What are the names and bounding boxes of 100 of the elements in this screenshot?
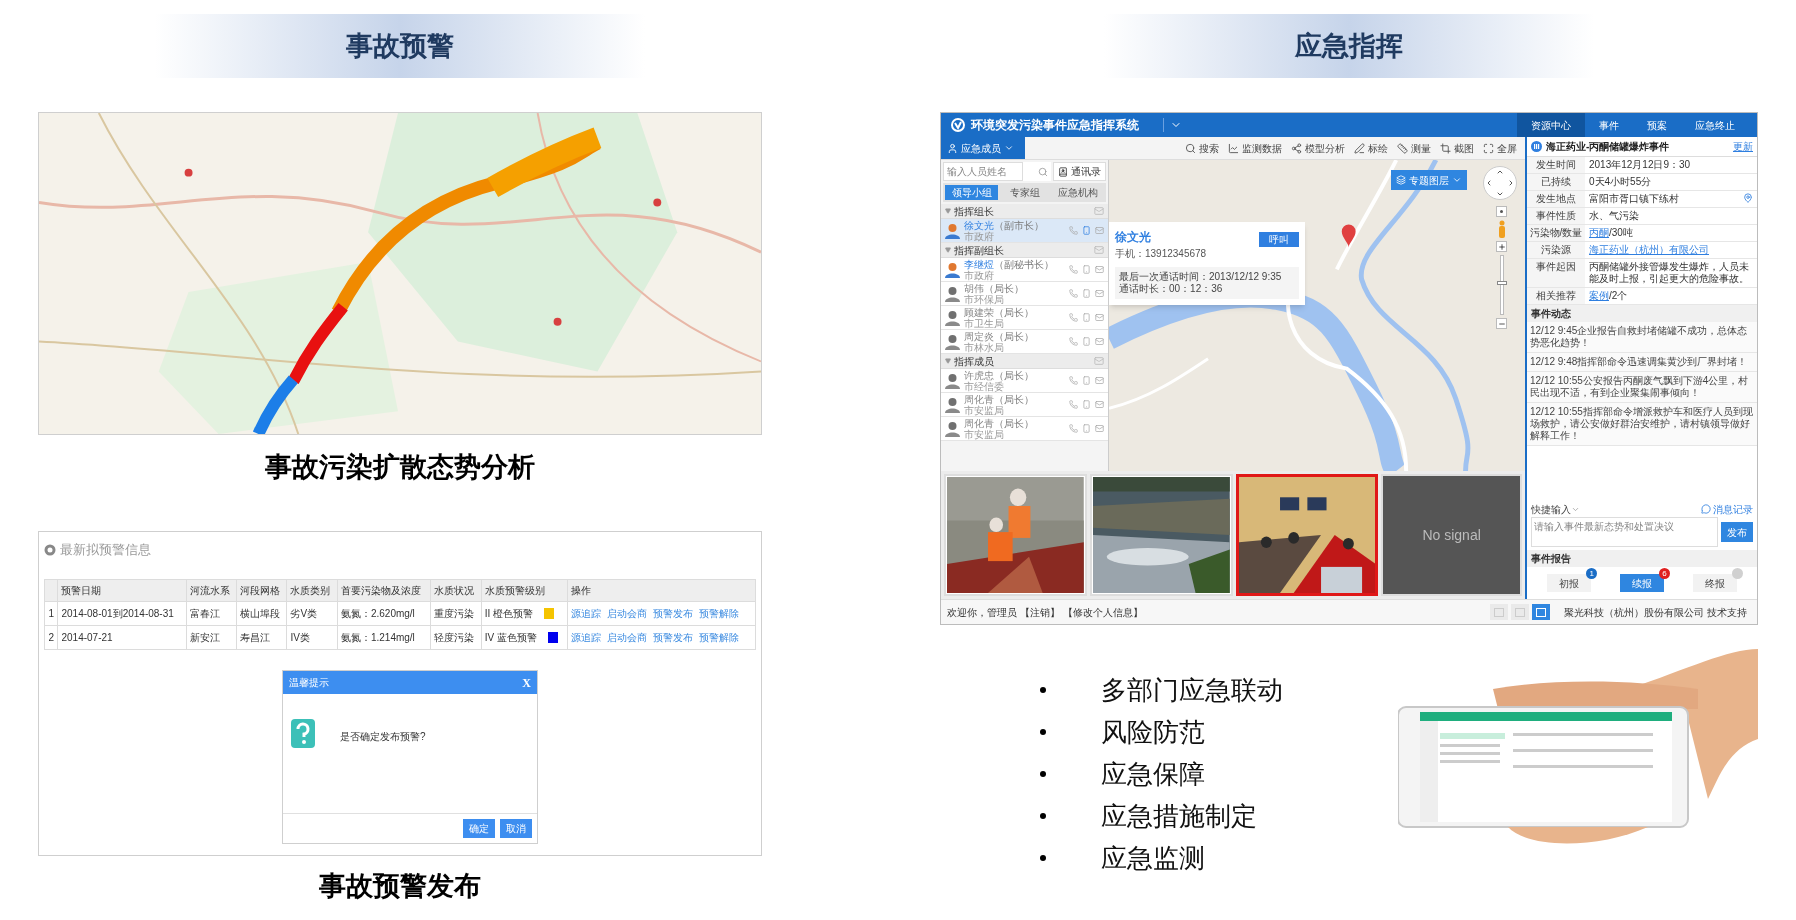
field-label: 污染物/数量 [1529, 227, 1583, 239]
contact-role: （副市长） [994, 219, 1044, 231]
table-cell: IV类 [290, 632, 310, 643]
field-value: 水、气污染 [1589, 210, 1639, 222]
toolbar-button[interactable]: 测量 [1397, 140, 1431, 156]
group-name: 指挥组长 [954, 204, 994, 219]
field-label: 事件性质 [1536, 210, 1576, 222]
contact-org: 市政府 [964, 230, 995, 242]
contact-row[interactable]: 周定炎（局长） 市林水局 [941, 330, 1108, 354]
field-value: /2个 [1609, 290, 1628, 302]
section-label: 事件报告 [1531, 552, 1571, 566]
column-header: 预警日期 [61, 585, 102, 596]
field-value: /30吨 [1609, 227, 1633, 239]
contact-row[interactable]: 周化青（局长） 市安监局 [941, 417, 1108, 441]
close-button[interactable]: X [522, 673, 531, 692]
nav-tab[interactable]: 应急终止 [1681, 113, 1749, 137]
contact-row[interactable]: 胡伟（局长） 市环保局 [941, 282, 1108, 306]
action-link[interactable]: 源追踪 [571, 606, 602, 621]
column-header: 河段网格 [240, 585, 280, 596]
table-cell: 2 [48, 632, 54, 643]
logout-link[interactable]: 【注销】 [1020, 604, 1060, 620]
news-item: 12/12 10:55指挥部命令增派救护车和医疗人员到现场救护，请公安做好群治安维护，请村镇领导做好解释工作！ [1527, 403, 1757, 446]
warning-level: IV [484, 631, 495, 645]
figure-caption: 事故预警发布 [319, 870, 481, 903]
group-tab[interactable]: 应急机构 [1051, 185, 1104, 200]
contact-org: 市卫生局 [964, 317, 1004, 329]
action-link[interactable]: 启动会商 [607, 630, 648, 645]
contact-row[interactable]: 许虎忠（局长） 市经信委 [941, 369, 1108, 393]
search-field[interactable]: 输入人员姓名 [943, 162, 1023, 181]
action-link[interactable]: 预警解除 [699, 630, 740, 645]
incident-title: 海正药业-丙酮储罐爆炸事件 [1546, 140, 1670, 154]
contact-role: （局长） [994, 417, 1034, 429]
action-link[interactable]: 预警解除 [699, 606, 740, 621]
news-item: 12/12 9:45企业报告自救封堵储罐不成功，总体态势恶化趋势！ [1527, 322, 1757, 353]
bullet-text: 多部门应急联动 [1101, 673, 1283, 707]
group-tab[interactable]: 专家组 [998, 185, 1051, 200]
contact-role: （副秘书长） [994, 258, 1054, 270]
column-header: 水质状况 [434, 585, 475, 596]
action-link[interactable]: 预警发布 [653, 630, 694, 645]
nav-tab[interactable]: 预案 [1633, 113, 1681, 137]
dialog-button[interactable]: 取消 [500, 819, 532, 838]
contact-row[interactable]: 顾建荣（局长） 市卫生局 [941, 306, 1108, 330]
video-tile[interactable]: No signal [1381, 474, 1522, 596]
panel-title: 最新拟预警信息 [60, 541, 151, 560]
no-signal-text: No signal [1422, 525, 1481, 545]
edit-profile-link[interactable]: 【修改个人信息】 [1063, 604, 1143, 620]
toolbar-button[interactable]: 全屏 [1483, 140, 1517, 156]
action-link[interactable]: 预警发布 [653, 606, 694, 621]
quick-input-label: 快捷输入 [1531, 502, 1571, 517]
contact-org: 市安监局 [964, 428, 1004, 440]
table-cell: 寿昌江 [240, 632, 270, 643]
dialog-button[interactable]: 确定 [463, 819, 495, 838]
popup-name: 徐文光 [1115, 229, 1152, 246]
call-duration-text: 通话时长：00：12：36 [1119, 283, 1224, 295]
toolbar-button[interactable]: 模型分析 [1291, 140, 1345, 156]
report-button[interactable]: 终报 [1692, 574, 1737, 592]
toolbar-button[interactable]: 监测数据 [1228, 140, 1282, 156]
group-name: 指挥副组长 [954, 243, 1004, 258]
field-label: 相关推荐 [1536, 290, 1576, 302]
table-cell: 新安江 [189, 632, 220, 643]
update-link[interactable]: 更新 [1733, 139, 1753, 154]
section-title: 应急指挥 [1295, 29, 1403, 63]
group-tab[interactable]: 领导小组 [945, 185, 998, 200]
field-label: 已持续 [1541, 176, 1571, 188]
toolbar-button[interactable]: 搜索 [1185, 140, 1219, 156]
action-link[interactable]: 源追踪 [571, 630, 602, 645]
message-input[interactable]: 请输入事件最新态势和处置决议 [1531, 517, 1718, 547]
contact-row[interactable]: 李继煜（副秘书长） 市政府 [941, 258, 1108, 282]
toolbar-button[interactable]: 标绘 [1354, 140, 1388, 156]
action-link[interactable]: 启动会商 [607, 606, 648, 621]
field-link[interactable]: 丙酮 [1589, 227, 1609, 239]
layer-button[interactable]: 专题图层 [1391, 170, 1467, 190]
call-button[interactable]: 呼叫 [1259, 232, 1299, 247]
field-link[interactable]: 案例 [1589, 290, 1609, 302]
column-header: 水质类别 [290, 585, 331, 596]
message-log-link[interactable]: 消息记录 [1701, 501, 1753, 517]
contact-row[interactable]: 徐文光（副市长） 市政府 [941, 219, 1108, 243]
table-cell: 劣V类 [290, 608, 318, 619]
table-cell: 横山埠段 [240, 608, 280, 619]
publish-button[interactable]: 发布 [1721, 522, 1753, 542]
field-link[interactable]: 海正药业（杭州）有限公司 [1589, 244, 1709, 256]
nav-tab[interactable]: 事件 [1585, 113, 1633, 137]
column-header: 首要污染物及浓度 [340, 585, 421, 596]
column-header: 水质预警级别 [484, 585, 545, 596]
contact-role: （局长） [994, 330, 1034, 342]
bullet-text: 风险防范 [1101, 715, 1205, 749]
nav-tab[interactable]: 资源中心 [1517, 113, 1585, 137]
contact-row[interactable]: 周化青（局长） 市安监局 [941, 393, 1108, 417]
field-value: 0天4小时55分 [1589, 176, 1652, 188]
contact-name: 顾建荣 [964, 306, 994, 318]
contact-org: 市政府 [964, 269, 995, 281]
news-item: 12/12 10:55公安报告丙酮废气飘到下游4公里，村民出现不适，有到企业聚集闹事倾向！ [1527, 372, 1757, 403]
member-tab[interactable]: 应急成员 [941, 137, 1025, 159]
table-cell: 重度污染 [434, 608, 475, 619]
figure-caption: 事故污染扩散态势分析 [265, 451, 535, 484]
contacts-button[interactable]: 通讯录 [1053, 162, 1106, 181]
table-cell: 富春江 [189, 608, 220, 619]
section-title: 事故预警 [346, 29, 454, 63]
toolbar-button[interactable]: 截图 [1440, 140, 1474, 156]
field-label: 发生时间 [1536, 159, 1576, 171]
